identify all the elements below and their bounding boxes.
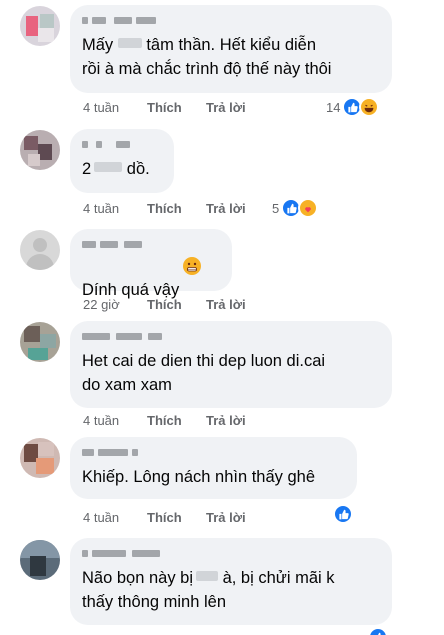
avatar[interactable]	[20, 230, 60, 270]
commenter-name-blurred[interactable]	[82, 14, 380, 27]
comment-actions: 4 tuần Thích Trả lời	[83, 413, 246, 428]
commenter-name-blurred[interactable]	[82, 547, 380, 560]
care-icon	[298, 198, 319, 218]
reply-link[interactable]: Trả lời	[206, 100, 246, 115]
comment-actions: 4 tuần Thích Trả lời	[83, 510, 246, 525]
comment-time[interactable]: 4 tuần	[83, 413, 147, 428]
commenter-name-blurred[interactable]	[82, 238, 220, 251]
commenter-name-blurred[interactable]	[82, 330, 380, 343]
reaction-summary[interactable]: 14	[326, 97, 380, 117]
comment-text: 2 dồ.	[82, 160, 150, 178]
comment-text: Dính quá vậy	[82, 257, 220, 302]
redacted-text	[196, 571, 218, 581]
like-link[interactable]: Thích	[147, 413, 206, 428]
reply-link[interactable]: Trả lời	[206, 510, 246, 525]
comment-bubble: 2 dồ.	[70, 129, 174, 193]
reaction-count: 5	[272, 200, 280, 216]
comment-bubble: Não bọn này bị à, bị chửi mãi k thấy thô…	[70, 538, 392, 625]
comment-text: Não bọn này bị à, bị chửi mãi k thấy thô…	[82, 569, 335, 611]
comment-time[interactable]: 22 giờ	[83, 297, 147, 312]
comment-actions: 4 tuần Thích Trả lời	[83, 201, 246, 216]
comment-actions: 4 tuần Thích Trả lời	[83, 100, 246, 115]
reply-link[interactable]: Trả lời	[206, 201, 246, 216]
comment-time[interactable]: 4 tuần	[83, 510, 147, 525]
comment-bubble: Het cai de dien thi dep luon di.cai do x…	[70, 321, 392, 408]
comment-time[interactable]: 4 tuần	[83, 201, 147, 216]
like-link[interactable]: Thích	[147, 297, 206, 312]
comment-text: Khiếp. Lông nách nhìn thấy ghê	[82, 468, 316, 486]
comment-text: Mấy tâm thần. Hết kiểu diễn rồi à mà chắ…	[82, 36, 332, 78]
comment-actions: 22 giờ Thích Trả lời	[83, 297, 246, 312]
reaction-summary[interactable]	[333, 504, 353, 524]
commenter-name-blurred[interactable]	[82, 446, 345, 459]
reaction-summary[interactable]	[368, 627, 388, 635]
avatar[interactable]	[20, 438, 60, 478]
avatar[interactable]	[20, 130, 60, 170]
comment-time[interactable]: 4 tuần	[83, 100, 147, 115]
redacted-text	[94, 162, 123, 172]
avatar[interactable]	[20, 6, 60, 46]
like-link[interactable]: Thích	[147, 100, 206, 115]
reaction-summary[interactable]: 5	[272, 198, 319, 218]
grimace-emoji-icon	[183, 257, 202, 275]
comment-text: Het cai de dien thi dep luon di.cai do x…	[82, 352, 326, 394]
like-link[interactable]: Thích	[147, 510, 206, 525]
comment-bubble: Khiếp. Lông nách nhìn thấy ghê	[70, 437, 357, 499]
avatar[interactable]	[20, 540, 60, 580]
like-icon	[368, 627, 388, 635]
haha-icon	[359, 97, 380, 117]
like-link[interactable]: Thích	[147, 201, 206, 216]
avatar[interactable]	[20, 322, 60, 362]
reaction-count: 14	[326, 99, 341, 115]
comment-bubble: Mấy tâm thần. Hết kiểu diễn rồi à mà chắ…	[70, 5, 392, 93]
like-icon	[333, 504, 353, 524]
reply-link[interactable]: Trả lời	[206, 413, 246, 428]
reply-link[interactable]: Trả lời	[206, 297, 246, 312]
commenter-name-blurred[interactable]	[82, 138, 162, 151]
redacted-text	[117, 38, 142, 48]
comment-bubble: Dính quá vậy	[70, 229, 232, 299]
